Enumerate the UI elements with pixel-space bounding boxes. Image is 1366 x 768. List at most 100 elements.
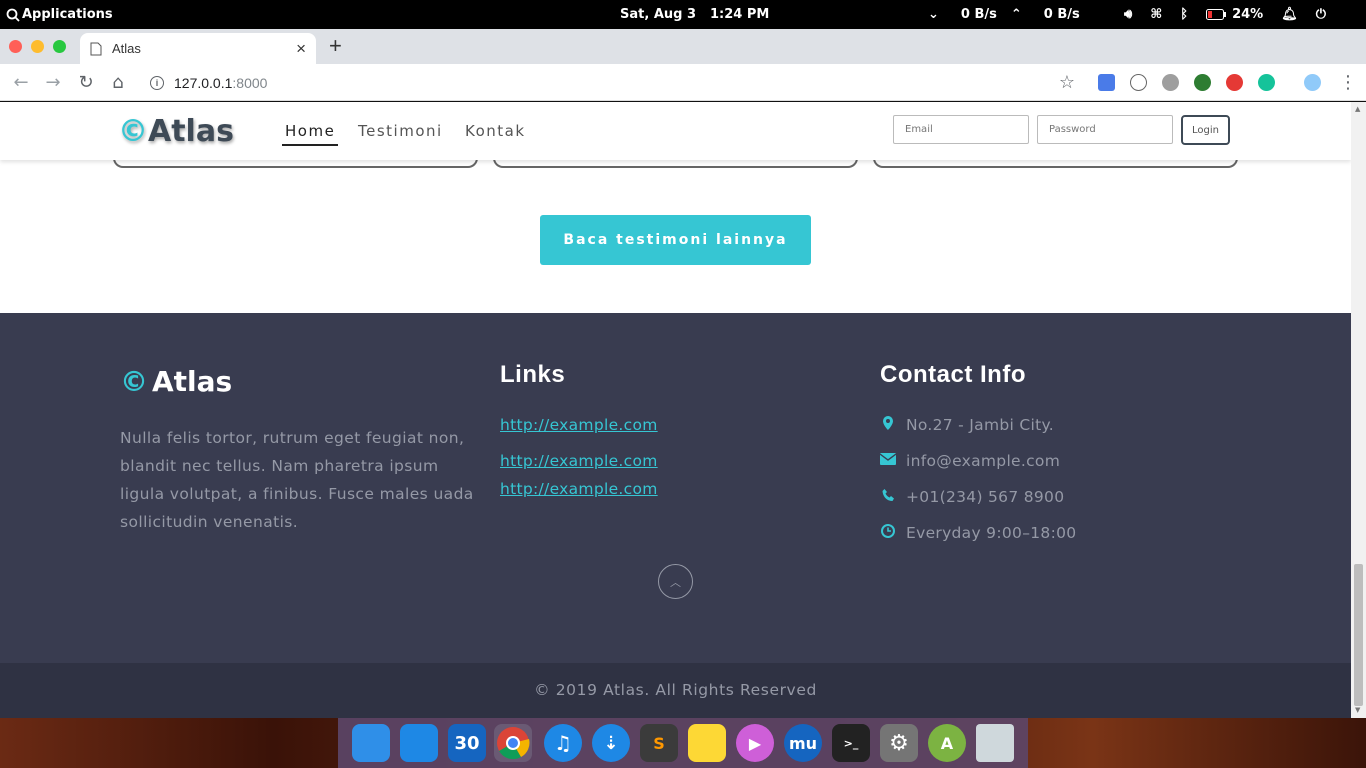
bookmark-star-icon[interactable]: ☆ (1055, 70, 1079, 94)
back-button[interactable]: ← (9, 70, 33, 94)
browser-menu-icon[interactable]: ⋮ (1336, 70, 1360, 94)
contact-address: No.27 - Jambi City. (880, 416, 1054, 434)
code-extension-icon[interactable] (1130, 74, 1147, 91)
nav-link-testimoni[interactable]: Testimoni (358, 122, 443, 144)
adblock-extension-icon[interactable] (1226, 74, 1243, 91)
logo-text: Atlas (148, 114, 234, 149)
network-speed: ⌄ 0 B/s ⌃ 0 B/s (928, 0, 1080, 29)
terminal-icon[interactable]: >_ (832, 724, 870, 762)
chevron-down-icon: ⌄ (928, 7, 939, 22)
bluetooth-icon[interactable]: ᛒ (1180, 7, 1188, 22)
links-heading: Links (500, 361, 566, 388)
scroll-to-top-button[interactable]: ︿ (658, 564, 693, 599)
contact-address-text: No.27 - Jambi City. (906, 416, 1054, 434)
music-icon[interactable]: ♫ (544, 724, 582, 762)
nav-link-home[interactable]: Home (282, 122, 339, 146)
close-window-button[interactable] (9, 40, 22, 53)
contact-email: info@example.com (879, 452, 1061, 470)
scrollbar-thumb[interactable] (1354, 564, 1363, 706)
scroll-down-arrow-icon[interactable]: ▼ (1355, 706, 1360, 714)
page-viewport: © Atlas Home Testimoni Kontak Login Baca… (0, 102, 1351, 718)
email-input[interactable] (893, 115, 1029, 144)
phone-icon (880, 488, 896, 506)
system-tray: 🔊︎ ⌘ ᛒ 24% 🔔︎ ⏻ (1124, 0, 1326, 29)
globe-extension-icon[interactable] (1194, 74, 1211, 91)
footer-logo-text: Atlas (152, 365, 233, 398)
copyright-text: © 2019 Atlas. All Rights Reserved (534, 681, 817, 699)
battery-icon (1206, 9, 1227, 20)
chevron-up-icon: ︿ (670, 575, 681, 589)
browser-toolbar: ← → ↻ ⌂ i 127.0.0.1:8000 ☆ ⋮ (0, 64, 1366, 101)
notes-app-icon[interactable] (400, 724, 438, 762)
battery-indicator[interactable]: 24% (1206, 7, 1263, 22)
media-player-icon[interactable]: ▶ (736, 724, 774, 762)
volume-icon[interactable]: 🔊︎ (1124, 7, 1132, 22)
grammarly-extension-icon[interactable] (1258, 74, 1275, 91)
contact-heading: Contact Info (880, 361, 1026, 388)
settings-gear-icon[interactable]: ⚙ (880, 724, 918, 762)
network-icon[interactable]: ⌘ (1150, 7, 1162, 22)
notification-bell-icon[interactable]: 🔔︎ (1281, 7, 1298, 22)
url-text: 127.0.0.1:8000 (174, 75, 267, 91)
home-button[interactable]: ⌂ (106, 70, 130, 94)
browser-tab-atlas[interactable]: Atlas × (80, 33, 316, 64)
footer-link[interactable]: http://example.com (500, 480, 658, 498)
search-icon (6, 8, 20, 22)
contact-phone-text: +01(234) 567 8900 (906, 488, 1065, 506)
clock-icon (880, 524, 896, 542)
url-host: 127.0.0.1 (174, 75, 233, 91)
applications-menu[interactable]: Applications (6, 0, 113, 29)
footer-description: Nulla felis tortor, rutrum eget feugiat … (120, 429, 474, 531)
calendar-icon[interactable]: 30 (448, 724, 486, 762)
maximize-window-button[interactable] (53, 40, 66, 53)
site-info-icon[interactable]: i (150, 76, 164, 90)
close-tab-icon[interactable]: × (296, 39, 306, 59)
page-icon (90, 42, 102, 55)
footer-link[interactable]: http://example.com (500, 452, 658, 470)
finder-icon[interactable] (352, 724, 390, 762)
net-down-text: 0 B/s (960, 7, 997, 22)
translate-extension-icon[interactable] (1098, 74, 1115, 91)
site-logo[interactable]: © Atlas (118, 114, 234, 149)
contact-hours-text: Everyday 9:00–18:00 (906, 524, 1077, 542)
browser-tab-strip: Atlas × + (0, 29, 1366, 64)
site-navbar: © Atlas Home Testimoni Kontak Login (0, 102, 1351, 160)
forward-button[interactable]: → (41, 70, 65, 94)
password-input[interactable] (1037, 115, 1173, 144)
minimize-window-button[interactable] (31, 40, 44, 53)
trash-icon[interactable] (976, 724, 1014, 762)
page-scrollbar[interactable]: ▲ ▼ (1351, 102, 1366, 718)
app-dock: 30 ♫ ⇣ S ▶ mu >_ ⚙ A (338, 718, 1028, 768)
new-tab-button[interactable]: + (329, 33, 342, 59)
chevron-up-icon: ⌃ (1010, 7, 1022, 22)
android-studio-icon[interactable]: A (928, 724, 966, 762)
sublime-text-icon[interactable]: S (640, 724, 678, 762)
url-port: :8000 (232, 75, 268, 91)
footer-logo-symbol: © (120, 365, 148, 398)
power-icon[interactable]: ⏻ (1316, 7, 1326, 22)
map-marker-icon (880, 416, 896, 434)
net-up-text: 0 B/s (1043, 7, 1080, 22)
more-testimonials-button[interactable]: Baca testimoni lainnya (540, 215, 811, 265)
contact-email-text: info@example.com (906, 452, 1061, 470)
site-footer: © Atlas Nulla felis tortor, rutrum eget … (0, 313, 1351, 663)
envelope-icon (879, 453, 897, 469)
scroll-up-arrow-icon[interactable]: ▲ (1355, 105, 1360, 113)
idea-notes-icon[interactable] (688, 724, 726, 762)
time-text: 1:24 PM (710, 7, 770, 22)
nav-link-kontak[interactable]: Kontak (465, 122, 526, 144)
gray-extension-icon[interactable] (1162, 74, 1179, 91)
address-bar[interactable]: i 127.0.0.1:8000 (150, 72, 267, 94)
reload-button[interactable]: ↻ (74, 70, 98, 94)
downloader-icon[interactable]: ⇣ (592, 724, 630, 762)
login-button[interactable]: Login (1181, 115, 1230, 145)
copyright-bar: © 2019 Atlas. All Rights Reserved (0, 663, 1351, 718)
footer-logo[interactable]: © Atlas (120, 365, 232, 398)
mu-editor-icon[interactable]: mu (784, 724, 822, 762)
applications-label: Applications (22, 7, 113, 22)
profile-avatar-icon[interactable] (1304, 74, 1321, 91)
chrome-icon[interactable] (494, 724, 532, 762)
clock[interactable]: Sat, Aug 3 1:24 PM (620, 0, 769, 29)
footer-link[interactable]: http://example.com (500, 416, 658, 434)
tab-title: Atlas (112, 41, 141, 56)
